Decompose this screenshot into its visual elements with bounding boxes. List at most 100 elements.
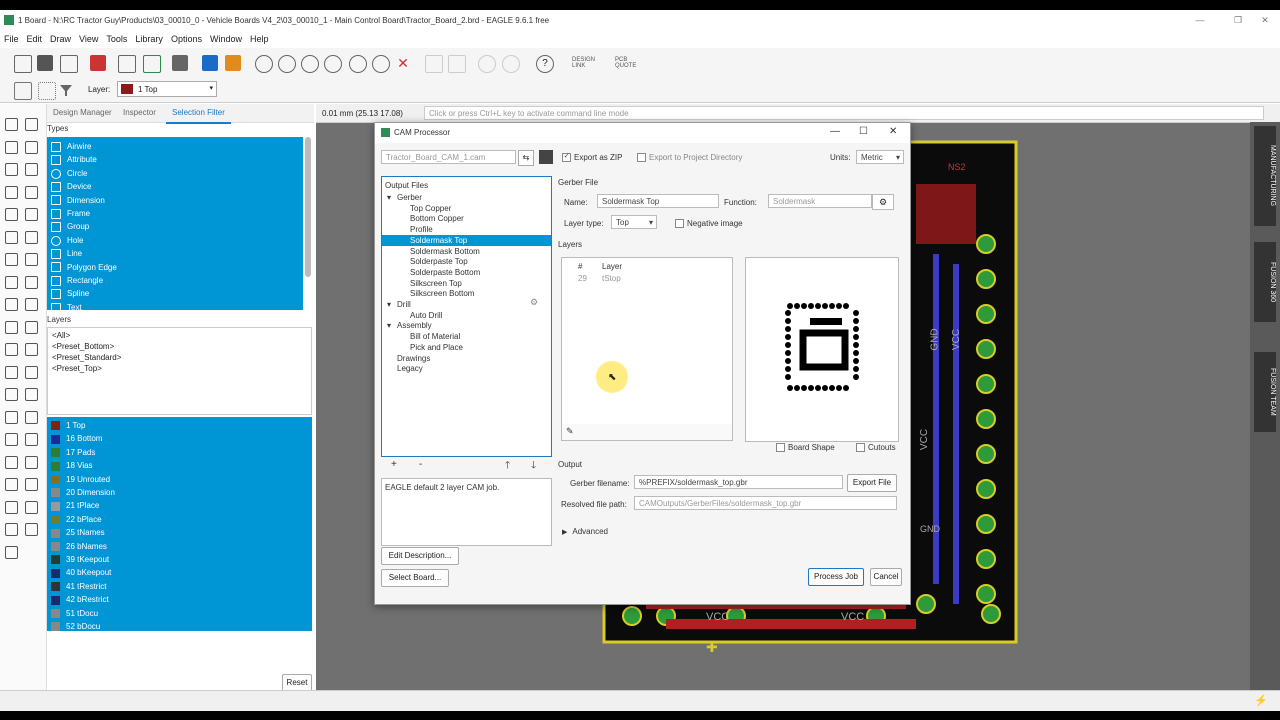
cam-job-file-field[interactable]: Tractor_Board_CAM_1.cam (381, 150, 516, 164)
export-zip-checkbox[interactable]: ✓ Export as ZIP (562, 153, 622, 163)
command-tool-icon[interactable] (25, 478, 38, 491)
layer-item[interactable]: 1 Top (51, 419, 85, 432)
command-tool-icon[interactable] (25, 185, 38, 199)
ulp-icon[interactable] (225, 55, 241, 71)
command-tool-icon[interactable] (5, 478, 18, 491)
edit-description-button[interactable]: Edit Description... (381, 547, 459, 565)
add-output-button[interactable]: + (391, 459, 397, 470)
layer-type-select[interactable]: Top ▾ (611, 215, 657, 229)
tree-item-profile[interactable]: Profile (410, 224, 433, 235)
tree-item-drill[interactable]: Drill (397, 299, 411, 310)
command-tool-icon[interactable] (25, 433, 38, 446)
command-tool-icon[interactable] (5, 208, 18, 221)
command-tool-icon[interactable] (5, 140, 18, 154)
command-tool-icon[interactable] (5, 410, 18, 424)
script-icon[interactable] (202, 55, 218, 71)
type-item[interactable]: Hole (51, 234, 83, 247)
command-tool-icon[interactable] (25, 410, 38, 424)
go-icon[interactable] (478, 55, 496, 73)
layer-item[interactable]: 22 bPlace (51, 513, 102, 526)
command-tool-icon[interactable] (5, 343, 18, 356)
layers-list[interactable]: 1 Top 16 Bottom 17 Pads 18 Vias 19 Unrouted 2… (47, 417, 312, 633)
dialog-close-button[interactable]: ✕ (889, 126, 897, 137)
menu-library[interactable]: Library (131, 34, 167, 44)
type-item[interactable]: Airwire (51, 140, 91, 153)
gerber-filename-field[interactable]: %PREFIX/soldermask_top.gbr (634, 475, 843, 489)
command-tool-icon[interactable] (5, 163, 18, 176)
command-tool-icon[interactable] (5, 298, 18, 311)
command-tool-icon[interactable] (5, 118, 18, 131)
preset-item[interactable]: <Preset_Top> (52, 364, 102, 373)
name-field[interactable]: Soldermask Top (597, 194, 719, 208)
stop-command-icon[interactable] (502, 55, 520, 73)
preset-item[interactable]: <Preset_Standard> (52, 353, 121, 362)
menu-help[interactable]: Help (246, 34, 273, 44)
cam-icon[interactable] (118, 55, 136, 73)
layer-item[interactable]: 16 Bottom (51, 432, 102, 445)
tab-inspector[interactable]: Inspector (117, 104, 162, 122)
layer-settings-icon[interactable] (14, 82, 32, 100)
layer-select[interactable]: 1 Top ▾ (117, 81, 217, 97)
type-item[interactable]: Group (51, 220, 89, 233)
tree-item-soldermask-bottom[interactable]: Soldermask Bottom (410, 246, 480, 257)
library-icon[interactable] (172, 55, 188, 71)
command-tool-icon[interactable] (25, 320, 38, 334)
command-tool-icon[interactable] (5, 185, 18, 199)
tab-selection-filter[interactable]: Selection Filter (166, 104, 231, 124)
tree-item-silkscreen-bottom[interactable]: Silkscreen Bottom (410, 288, 474, 299)
command-tool-icon[interactable] (5, 545, 18, 559)
layer-item[interactable]: 26 bNames (51, 540, 107, 553)
fusion-360-tab[interactable]: FUSION 360 (1254, 242, 1276, 322)
dialog-minimize-button[interactable]: — (830, 126, 840, 137)
types-scrollbar[interactable] (305, 137, 311, 277)
negative-image-checkbox[interactable]: Negative image (675, 219, 743, 229)
tree-item-drawings[interactable]: Drawings (397, 353, 430, 364)
pcb-quote-button[interactable]: PCB QUOTE (615, 57, 649, 69)
filter-icon[interactable] (58, 82, 74, 98)
command-tool-icon[interactable] (25, 275, 38, 289)
command-tool-icon[interactable] (5, 500, 18, 514)
tree-expander-icon[interactable]: ▾ (387, 299, 391, 310)
tree-expander-icon[interactable]: ▾ (387, 320, 391, 331)
command-tool-icon[interactable] (25, 388, 38, 401)
board-shape-checkbox[interactable]: Board Shape (776, 443, 835, 453)
fusion-team-tab[interactable]: FUSION TEAM (1254, 352, 1276, 432)
print-icon[interactable] (60, 55, 78, 73)
process-job-button[interactable]: Process Job (808, 568, 864, 586)
tree-item-gerber[interactable]: Gerber (397, 192, 422, 203)
command-tool-icon[interactable] (25, 163, 38, 176)
tree-item-legacy[interactable]: Legacy (397, 363, 423, 374)
types-list[interactable]: Airwire Attribute Circle Device Dimension Fra… (47, 137, 303, 313)
tree-expander-icon[interactable]: ▾ (387, 192, 391, 203)
open-job-icon[interactable]: ⇆ (518, 150, 534, 166)
layer-item[interactable]: 25 tNames (51, 526, 105, 539)
type-item[interactable]: Device (51, 180, 91, 193)
menu-edit[interactable]: Edit (23, 34, 47, 44)
tree-item-assembly[interactable]: Assembly (397, 320, 432, 331)
layer-item[interactable]: 52 bDocu (51, 620, 100, 633)
command-tool-icon[interactable] (25, 230, 38, 244)
manufacturing-tab[interactable]: MANUFACTURING (1254, 126, 1276, 226)
tree-item-solderpaste-bottom[interactable]: Solderpaste Bottom (410, 267, 480, 278)
type-item[interactable]: Spline (51, 287, 89, 300)
save-job-icon[interactable] (539, 150, 553, 164)
minimize-button[interactable]: — (1180, 10, 1220, 30)
zoom-out-icon[interactable] (301, 55, 319, 73)
undo-icon[interactable] (425, 55, 443, 73)
command-tool-icon[interactable] (5, 253, 18, 266)
new-icon[interactable] (14, 55, 32, 73)
menu-options[interactable]: Options (167, 34, 206, 44)
layer-item[interactable]: 39 tKeepout (51, 553, 109, 566)
grid-icon[interactable] (38, 82, 56, 100)
tree-item-top-copper[interactable]: Top Copper (410, 203, 451, 214)
menu-window[interactable]: Window (206, 34, 246, 44)
tree-item-silkscreen-top[interactable]: Silkscreen Top (410, 278, 462, 289)
type-item[interactable]: Frame (51, 207, 90, 220)
tree-item-bottom-copper[interactable]: Bottom Copper (410, 213, 464, 224)
move-up-icon[interactable]: 🡑 (505, 458, 510, 475)
menu-tools[interactable]: Tools (102, 34, 131, 44)
export-file-button[interactable]: Export File (847, 474, 897, 492)
tree-item-solderpaste-top[interactable]: Solderpaste Top (410, 256, 468, 267)
type-item[interactable]: Attribute (51, 153, 97, 166)
board-icon[interactable] (143, 55, 161, 73)
